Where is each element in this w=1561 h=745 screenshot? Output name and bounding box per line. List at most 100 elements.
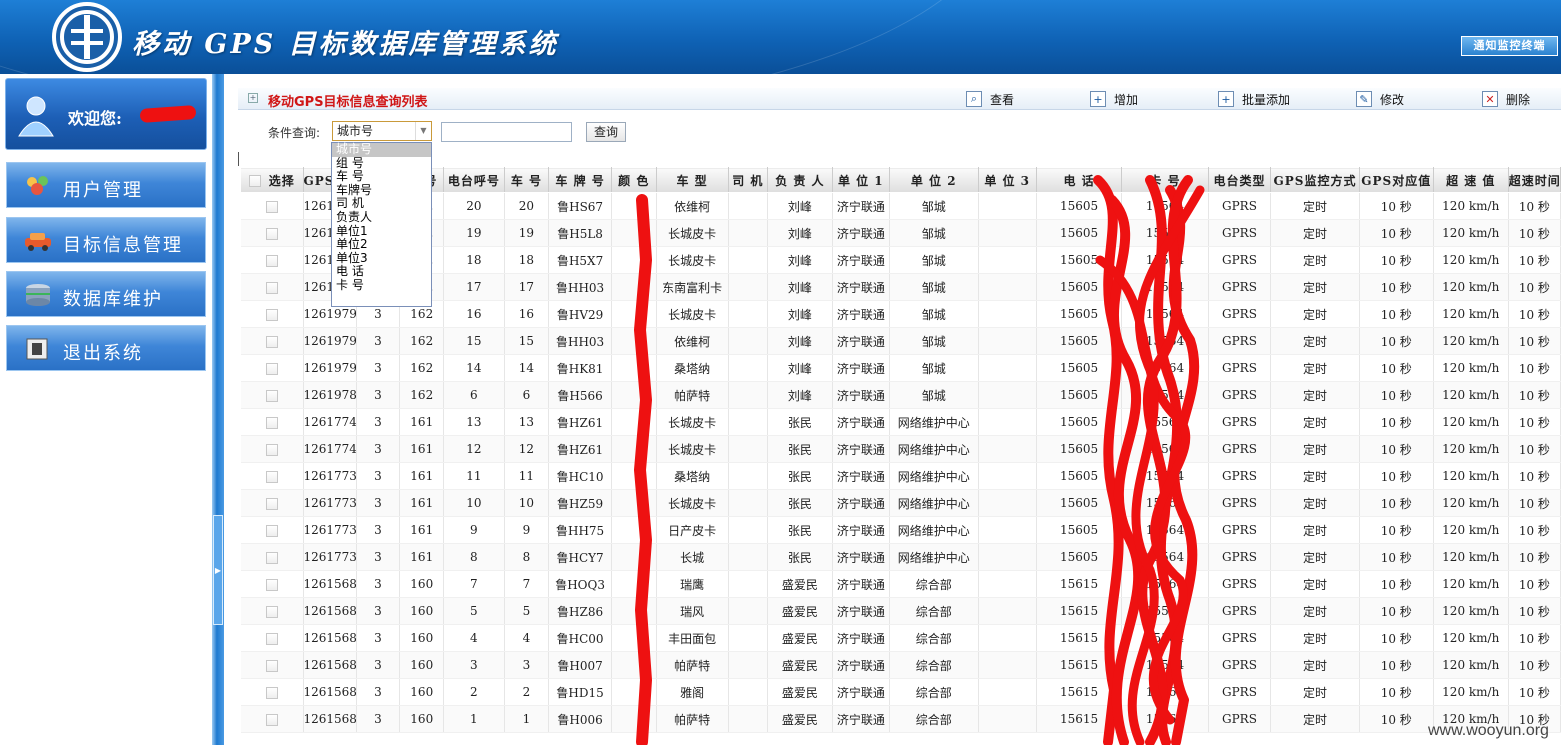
table-row[interactable]: 12615682316022鲁HD15雅阁盛爱民济宁联通综合部156151556… [240,678,1561,706]
row-checkbox[interactable] [265,254,278,267]
sidebar-item-database[interactable]: 数据库维护 [6,271,206,317]
row-select-cell[interactable] [240,597,304,625]
table-row[interactable]: 12615681316011鲁H006帕萨特盛爱民济宁联通综合部15615155… [240,705,1561,733]
add-button[interactable]: + 增加 [1090,90,1138,108]
column-header[interactable]: 电 话 [1035,167,1123,193]
row-checkbox[interactable] [265,308,278,321]
row-checkbox[interactable] [265,227,278,240]
dropdown-option[interactable]: 单位2 [332,238,431,252]
dropdown-option[interactable]: 电 话 [332,265,431,279]
row-checkbox[interactable] [265,200,278,213]
row-select-cell[interactable] [240,300,304,328]
dropdown-option[interactable]: 单位3 [332,251,431,266]
row-checkbox[interactable] [265,713,278,726]
table-row[interactable]: 12619782316266鲁H566帕萨特刘峰济宁联通邹城1560515564… [240,381,1561,409]
panel-expand-icon[interactable]: + [248,93,258,103]
row-checkbox[interactable] [265,605,278,618]
row-select-cell[interactable] [240,219,304,247]
sidebar-item-exit[interactable]: 退出系统 [6,325,206,371]
row-select-cell[interactable] [240,246,304,274]
row-select-cell[interactable] [240,192,304,220]
row-checkbox[interactable] [265,632,278,645]
search-field-select[interactable]: 城市号 ▼ [332,121,432,141]
row-checkbox[interactable] [265,335,278,348]
row-checkbox[interactable] [265,389,278,402]
table-row[interactable]: 12615687316077鲁HOQ3瑞鹰盛爱民济宁联通综合部156151556… [240,570,1561,598]
row-select-cell[interactable] [240,651,304,679]
dropdown-option[interactable]: 车 号 [332,170,431,184]
column-header[interactable]: 超速时间 [1507,167,1561,193]
row-select-cell[interactable] [240,624,304,652]
column-header[interactable]: 电台呼号 [443,167,505,193]
row-checkbox[interactable] [265,281,278,294]
column-header[interactable]: 单 位 2 [888,167,979,193]
dropdown-option[interactable]: 卡 号 [332,278,431,293]
table-row[interactable]: 12617736316188鲁HCY7长城张民济宁联通网络维护中心1560515… [240,543,1561,571]
column-header[interactable]: 卡 号 [1121,167,1209,193]
collapse-sidebar-icon[interactable]: ▶ [213,515,223,625]
row-select-cell[interactable] [240,705,304,733]
table-row[interactable]: 1261774131611313鲁HZ61长城皮卡张民济宁联通网络维护中心156… [240,408,1561,436]
row-select-cell[interactable] [240,381,304,409]
view-button[interactable]: ⌕ 查看 [966,90,1014,108]
dropdown-option[interactable]: 城市号 [332,142,431,157]
column-header[interactable]: 车 型 [655,167,729,193]
column-header[interactable]: 颜 色 [610,167,657,193]
row-checkbox[interactable] [265,524,278,537]
table-row[interactable]: 1261979831622020鲁HS67依维柯刘峰济宁联通邹城15605155… [240,192,1561,220]
row-select-cell[interactable] [240,327,304,355]
row-select-cell[interactable] [240,462,304,490]
row-checkbox[interactable] [265,470,278,483]
table-row[interactable]: 1261979131621515鲁HH03依维柯刘峰济宁联通邹城15605155… [240,327,1561,355]
row-checkbox[interactable] [265,659,278,672]
row-checkbox[interactable] [265,497,278,510]
column-header[interactable]: 车 号 [503,167,550,193]
table-row[interactable]: 1261773831611010鲁HZ59长城皮卡张民济宁联通网络维护中心156… [240,489,1561,517]
notify-terminal-button[interactable]: 通知监控终端 [1461,36,1558,56]
row-select-cell[interactable] [240,435,304,463]
row-select-cell[interactable] [240,354,304,382]
row-select-cell[interactable] [240,489,304,517]
row-checkbox[interactable] [265,416,278,429]
column-header[interactable]: GPS对应值 [1358,167,1434,193]
row-checkbox[interactable] [265,443,278,456]
row-checkbox[interactable] [265,362,278,375]
column-header[interactable]: 单 位 3 [977,167,1037,193]
row-select-cell[interactable] [240,516,304,544]
row-checkbox[interactable] [265,551,278,564]
row-select-cell[interactable] [240,570,304,598]
column-header[interactable]: 司 机 [727,167,769,193]
table-row[interactable]: 12615684316044鲁HC00丰田面包盛爱民济宁联通综合部1561515… [240,624,1561,652]
column-header[interactable]: 选择 [240,167,304,193]
dropdown-option[interactable]: 车牌号 [332,183,431,198]
search-input[interactable] [441,122,572,142]
dropdown-option[interactable]: 司 机 [332,197,431,211]
column-header[interactable]: 车 牌 号 [548,167,612,193]
dropdown-option[interactable]: 负责人 [332,210,431,225]
row-select-cell[interactable] [240,273,304,301]
delete-button[interactable]: ✕ 删除 [1482,90,1530,108]
search-field-dropdown[interactable]: 城市号组 号车 号车牌号司 机负责人 单位1 单位2 单位3 电 话卡 号 [331,142,432,307]
row-checkbox[interactable] [265,578,278,591]
row-checkbox[interactable] [265,686,278,699]
table-row[interactable]: 1261774031611212鲁HZ61长城皮卡张民济宁联通网络维护中心156… [240,435,1561,463]
column-header[interactable]: 单 位 1 [831,167,890,193]
column-header[interactable]: 电台类型 [1207,167,1272,193]
table-row[interactable]: 1261979031621414鲁HK81桑塔纳刘峰济宁联通邹城15605155… [240,354,1561,382]
sidebar-splitter[interactable] [212,74,224,745]
sidebar-item-target-info[interactable]: 目标信息管理 [6,217,206,263]
chevron-down-icon[interactable]: ▼ [415,122,431,140]
batch-add-button[interactable]: + 批量添加 [1218,90,1290,108]
select-all-checkbox[interactable] [248,175,261,187]
sidebar-item-user-management[interactable]: 用户管理 [6,162,206,208]
search-button[interactable]: 查询 [586,122,626,142]
table-row[interactable]: 12615683316033鲁H007帕萨特盛爱民济宁联通综合部15615155… [240,651,1561,679]
table-row[interactable]: 12617737316199鲁HH75日产皮卡张民济宁联通网络维护中心15605… [240,516,1561,544]
row-select-cell[interactable] [240,678,304,706]
table-row[interactable]: 12615685316055鲁HZ86瑞风盛爱民济宁联通综合部156151556… [240,597,1561,625]
edit-button[interactable]: ✎ 修改 [1356,90,1404,108]
table-row[interactable]: 1261979231621616鲁HV29长城皮卡刘峰济宁联通邹城1560515… [240,300,1561,328]
table-row[interactable]: 1261979331621717鲁HH03东南富利卡刘峰济宁联通邹城156051… [240,273,1561,301]
row-select-cell[interactable] [240,543,304,571]
table-row[interactable]: 1261773931611111鲁HC10桑塔纳张民济宁联通网络维护中心1560… [240,462,1561,490]
